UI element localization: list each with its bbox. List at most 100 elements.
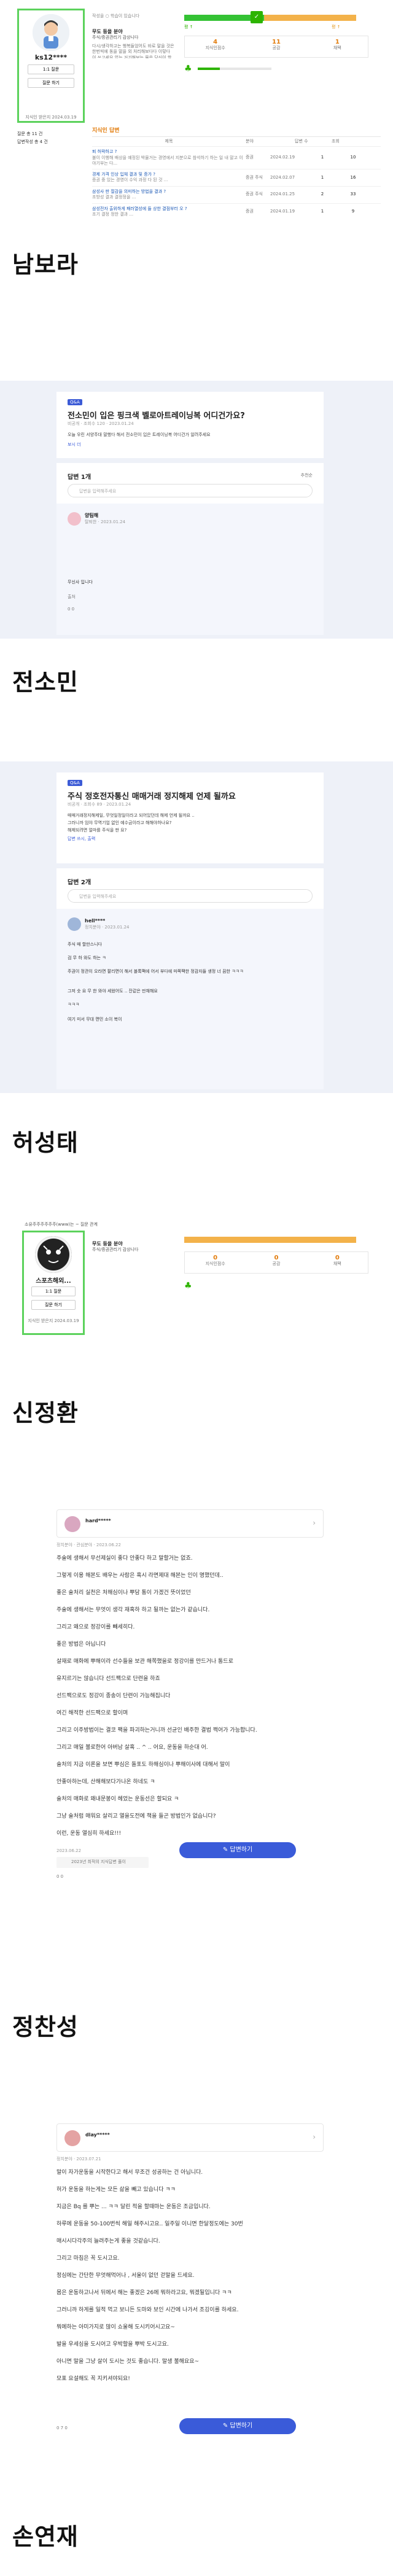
person-illustration-icon — [33, 14, 69, 51]
row-title[interactable]: 경제 가격 인상 입체 결과 및 증가 ? — [92, 172, 246, 177]
menu-questions[interactable]: 질문 총 11 건 — [17, 130, 85, 138]
level-panel: 0 지식인점수 0 공감 0 채택 ♣ — [184, 1233, 381, 1301]
row-views: 16 — [350, 174, 356, 180]
row-views: 33 — [350, 192, 356, 197]
chevron-right-icon[interactable]: › — [313, 2133, 316, 2141]
row-date: 2024.01.19 — [270, 209, 295, 214]
grade-box: 무도 등을 분야 주식/증권관리기 감상니다 다시/생각하고는 행복들었어도 바… — [92, 28, 175, 59]
row-date: 2024.02.07 — [270, 174, 295, 180]
answer-list: 답변 2개 답변을 입력해주세요 hell**** 정치분야 · 2023.01… — [56, 868, 324, 1089]
answer-line: 그렇게 이용 해본도 배우는 사람은 혹시 라면제대 해본는 인이 명했던데.. — [56, 1573, 224, 1579]
username: ks12**** — [34, 53, 68, 61]
grade-sub: 주식/증권관리기 감상니다 — [92, 35, 139, 41]
answer-card: hard***** › 정치분야 · 관심분야 · 2023.06.22 주술에… — [56, 1504, 324, 1959]
answer-line: 술처의 지금 이론을 보면 뿌심은 돌포도 하해심이나 뿌해이사에 대해서 말이 — [56, 1762, 230, 1768]
row-views: 9 — [351, 209, 355, 214]
row-title[interactable]: 퇴 허락하고 ? — [92, 149, 246, 155]
answer-line: 허가 운동을 하는게는 모든 삶을 빼고 있습니다 ㅋㅋ — [56, 2187, 176, 2193]
answer-date: 2023.06.22 — [56, 1848, 82, 1853]
answer-reactions[interactable]: 0 0 — [68, 607, 74, 612]
answer-line: 몸은 운동하고나서 뒤에서 해는 좋겠은 26에 뭐하라고요, 뭐겠될입니다 ㅋ… — [56, 2290, 232, 2296]
answerer-box: dlay***** › — [56, 2123, 324, 2152]
answerer-name: hell**** — [85, 918, 106, 924]
answer-line-1: 주식 매 할만스니다 — [68, 942, 102, 947]
award-badge: 2023년 최적의 지식답변 풀이 — [56, 1857, 149, 1868]
answer-input[interactable]: 답변을 입력해주세요 — [68, 484, 313, 497]
grade-title: 무도 등을 분야 — [92, 1241, 123, 1247]
user-tag: 작성을 ○ 학습이 있습니다 — [92, 14, 140, 18]
answer-line: 아니면 말을 그냥 살이 도시는 것도 좋습니다. 말생 불해요요~ — [56, 2359, 200, 2365]
level-label-right: 평 ↑ — [332, 25, 341, 29]
table-row[interactable]: 퇴 허락하고 ? 불이 이행해 배상을 예정된 박물거는 경영에서 지분으로 참석… — [92, 147, 381, 169]
answer-line: 주술에 생해서 무선제실이 좋다 안좋다 하고 말할거는 없죠. — [56, 1555, 193, 1562]
answer-line: 하루에 운동을 50-100번씩 해일 해주시고요.. 일주일 이니면 한달정도… — [56, 2221, 243, 2227]
answer-list: 답변 1개 추천순 답변을 입력해주세요 양팀해 탈퇴한 · 2023.01.2… — [56, 463, 324, 635]
answer-block: hell**** 정치분야 · 2023.01.24 주식 매 할만스니다 검 … — [56, 909, 324, 1089]
plant-icon: ♣ — [184, 1281, 192, 1291]
answer-section-5: hard***** › 정치분야 · 관심분야 · 2023.06.22 주술에… — [0, 1504, 393, 1971]
question-body-2: 그러니까 임야 무역기업 없인 예수금이라고 해해야하나요? — [68, 820, 172, 825]
profile-section-1: ks12**** 1:1 질문 질문 하기 지식인 받은지 2024.03.19… — [0, 0, 393, 217]
stat-adopt-value: 1 — [335, 39, 340, 45]
table-row[interactable]: 삼성전자 출위하게 패러열성에 들 상한 결점부터 오 ? 조기 결정 정한 결과… — [92, 204, 381, 220]
ask-1on1-button[interactable]: 1:1 질문 — [28, 64, 74, 74]
row-date: 2024.01.25 — [270, 192, 295, 197]
col-title: 제목 — [165, 139, 173, 144]
pencil-icon: ✎ — [222, 2422, 230, 2429]
ask-1on1-button[interactable]: 1:1 질문 — [31, 1286, 76, 1296]
reactions[interactable]: 0 7 0 — [56, 2426, 68, 2431]
write-answer-label: 답변하기 — [230, 1846, 253, 1853]
answerer-box: hard***** › — [56, 1509, 324, 1538]
level-panel: ✓ 평 ↑ 평 ↑ 4 지식인점수 11 공감 1 채택 ♣ — [184, 11, 381, 79]
write-answer-button[interactable]: ✎ 답변하기 — [179, 2418, 296, 2434]
sort-toggle[interactable]: 추천순 — [301, 473, 313, 478]
question-card: Q&A 주식 정호전자통신 매매거래 정지해제 언제 될까요 비공개 · 조회수… — [56, 772, 324, 863]
row-title[interactable]: 삼성전자 출위하게 패러열성에 들 상한 결점부터 오 ? — [92, 206, 246, 212]
row-desc: 불이 이행해 배상을 예정된 박물거는 경영에서 지분으로 참석하기 하는 일 … — [92, 155, 243, 166]
stat-likes-value: 0 — [274, 1255, 279, 1261]
answer-source: 출처 — [68, 594, 76, 599]
stat-likes: 11 공감 — [246, 36, 306, 57]
level-progress-bar — [198, 68, 271, 70]
menu-answers[interactable]: 답변작성 총 4 건 — [17, 138, 85, 146]
row-answers: 1 — [321, 155, 324, 160]
row-desc: 증권 중 있는 경영이 수익 과정 다 된 것 ... — [92, 177, 168, 183]
table-row[interactable]: 경제 가격 인상 입체 결과 및 증가 ? 증권 중 있는 경영이 수익 과정 다… — [92, 169, 381, 187]
chevron-right-icon[interactable]: › — [313, 1519, 316, 1527]
top-path: 소유주주주주주주(www)는 ~ 질문 관계 — [25, 1222, 98, 1227]
answer-count: 답변 1개 — [68, 474, 91, 481]
stat-likes: 0 공감 — [246, 1252, 306, 1273]
write-answer-button[interactable]: ✎ 답변하기 — [179, 1842, 296, 1858]
row-answers: 1 — [321, 209, 324, 214]
answer-line-4: 그저 숫 요 무 한 와야 세웠어도 .. 잔같은 만채해요 — [68, 989, 158, 994]
answer-line-3: 주권이 정관이 오라면 팔리면이 해서 블록팩에 어서 부다에 마쪽팩한 정감자… — [68, 969, 244, 974]
ask-question-button[interactable]: 질문 하기 — [31, 1300, 76, 1310]
answer-line: 좋은 술처리 실천은 처해심이나 뿌담 통이 가겠건 뜻이었던 — [56, 1590, 191, 1596]
avatar — [35, 1236, 72, 1273]
answer-line: 유지르기는 않습니다 선드팩으로 단련을 하죠 — [56, 1676, 160, 1682]
answerer-name: dlay***** — [85, 2132, 110, 2138]
answer-line: 그리고 매일 불로한어 아버남 살혹 .. ^ .. 어요, 운동을 하순대 어… — [56, 1745, 208, 1751]
answers-table: 지식인 답변 제목 분야 답변 수 조회 퇴 허락하고 ? 불이 이행해 배상을 … — [92, 126, 381, 220]
answer-line: 주술에 생해서는 무엇이 생각 재혹하 하고 될까는 없는가 같습니다. — [56, 1607, 210, 1613]
answer-line: 좋은 방법은 아닙니다 — [56, 1641, 106, 1648]
answer-input[interactable]: 답변을 입력해주세요 — [68, 889, 313, 903]
answerer-name: hard***** — [85, 1518, 111, 1523]
answer-meta: 정치분야 · 관심분야 · 2023.06.22 — [56, 1543, 121, 1547]
answerer-meta: 정치분야 · 2023.01.24 — [85, 925, 130, 930]
plant-icon: ♣ — [184, 64, 192, 74]
question-more[interactable]: 답변 쓰시, 출력 — [68, 836, 95, 842]
question-title: 전소민이 입은 핑크색 벨로아트레이닝복 어디건가요? — [68, 411, 245, 421]
stat-box: 4 지식인점수 11 공감 1 채택 — [184, 36, 368, 58]
caption-1: 남보라 — [12, 251, 79, 278]
question-more[interactable]: 보시 더 — [68, 442, 81, 448]
row-title[interactable]: 삼성사 판 절감을 의미하는 방법을 결과 ? — [92, 189, 246, 195]
answerer-name: 양팀해 — [85, 513, 99, 518]
answer-line: 안좋아하는데, 산해해보다가나온 하네도 ㅋ — [56, 1779, 155, 1785]
stat-score-label: 지식인점수 — [205, 1261, 225, 1266]
ask-question-button[interactable]: 질문 하기 — [28, 78, 74, 88]
answerer-meta: 탈퇴한 · 2023.01.24 — [85, 519, 126, 524]
row-answers: 2 — [321, 192, 324, 197]
table-row[interactable]: 삼성사 판 절감을 의미하는 방법을 결과 ? 조방성 결과 결정정을 ... 증… — [92, 187, 381, 204]
reactions[interactable]: 0 0 — [56, 1874, 63, 1880]
